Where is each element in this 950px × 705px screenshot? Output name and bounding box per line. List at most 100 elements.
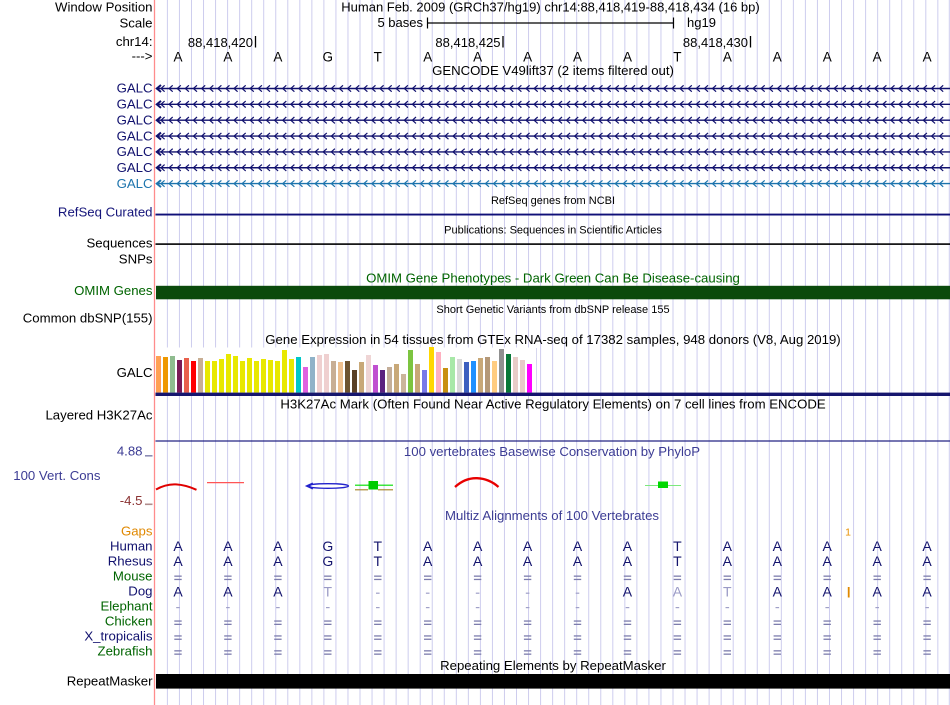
svg-text:A: A <box>773 538 783 554</box>
svg-text:GALC: GALC <box>117 144 153 159</box>
svg-text:A: A <box>423 553 433 569</box>
svg-text:RepeatMasker: RepeatMasker <box>67 674 153 689</box>
svg-text:A: A <box>773 584 783 600</box>
svg-text:A: A <box>872 538 882 554</box>
svg-text:A: A <box>823 553 833 569</box>
svg-text:G: G <box>322 538 333 554</box>
svg-text:Scale: Scale <box>120 16 153 31</box>
svg-text:A: A <box>273 50 282 65</box>
svg-text:--->: ---> <box>132 49 153 64</box>
svg-text:Elephant: Elephant <box>100 599 152 614</box>
svg-text:A: A <box>223 584 233 600</box>
svg-text:A: A <box>923 50 932 65</box>
svg-text:Short Genetic Variants from db: Short Genetic Variants from dbSNP releas… <box>436 304 669 316</box>
svg-text:A: A <box>423 50 432 65</box>
svg-text:Repeating Elements by RepeatMa: Repeating Elements by RepeatMasker <box>440 658 666 673</box>
svg-text:A: A <box>723 553 733 569</box>
svg-text:A: A <box>173 553 183 569</box>
svg-text:Human Feb. 2009 (GRCh37/hg19): Human Feb. 2009 (GRCh37/hg19) chr14:88,4… <box>341 0 759 14</box>
svg-text:A: A <box>922 538 932 554</box>
svg-text:Layered H3K27Ac: Layered H3K27Ac <box>45 408 152 423</box>
svg-text:88,418,425: 88,418,425 <box>435 35 500 50</box>
svg-text:A: A <box>623 538 633 554</box>
svg-text:RefSeq genes from NCBI: RefSeq genes from NCBI <box>491 195 615 207</box>
svg-text:OMIM Genes: OMIM Genes <box>74 283 153 298</box>
svg-text:A: A <box>273 553 283 569</box>
svg-text:A: A <box>223 538 233 554</box>
svg-text:GENCODE V49lift37 (2 items fil: GENCODE V49lift37 (2 items filtered out) <box>432 63 674 78</box>
svg-text:GALC: GALC <box>117 81 153 96</box>
svg-text:RefSeq Curated: RefSeq Curated <box>58 205 153 220</box>
svg-text:A: A <box>723 50 732 65</box>
svg-text:5 bases: 5 bases <box>377 15 423 30</box>
svg-text:SNPs: SNPs <box>119 251 153 266</box>
svg-text:Dog: Dog <box>128 584 152 599</box>
svg-text:100 Vert. Cons: 100 Vert. Cons <box>13 468 101 483</box>
svg-text:GALC: GALC <box>117 176 153 191</box>
svg-text:A: A <box>173 538 183 554</box>
svg-text:T: T <box>673 50 681 65</box>
svg-text:A: A <box>523 553 533 569</box>
svg-text:A: A <box>473 538 483 554</box>
svg-text:A: A <box>723 538 733 554</box>
svg-text:A: A <box>273 584 283 600</box>
svg-text:A: A <box>523 538 533 554</box>
svg-text:A: A <box>273 538 283 554</box>
svg-text:A: A <box>922 553 932 569</box>
svg-text:T: T <box>673 553 682 569</box>
svg-text:GALC: GALC <box>117 365 153 380</box>
svg-text:T: T <box>374 50 382 65</box>
svg-text:-4.5: -4.5 <box>120 493 143 508</box>
svg-text:1: 1 <box>845 527 851 539</box>
svg-text:100 vertebrates Basewise Conse: 100 vertebrates Basewise Conservation by… <box>404 444 700 459</box>
svg-text:T: T <box>723 584 732 600</box>
svg-text:Publications: Sequences in Sci: Publications: Sequences in Scientific Ar… <box>444 225 662 237</box>
svg-text:Common dbSNP(155): Common dbSNP(155) <box>23 310 153 325</box>
svg-text:A: A <box>173 584 183 600</box>
svg-text:A: A <box>573 538 583 554</box>
svg-text:Chicken: Chicken <box>105 613 153 628</box>
svg-text:Sequences: Sequences <box>87 236 153 251</box>
svg-text:A: A <box>623 553 633 569</box>
svg-text:Gaps: Gaps <box>121 524 153 539</box>
svg-text:A: A <box>922 584 932 600</box>
svg-text:Human: Human <box>110 539 153 554</box>
svg-text:GALC: GALC <box>117 112 153 127</box>
svg-text:A: A <box>223 553 233 569</box>
svg-text:A: A <box>773 553 783 569</box>
svg-text:Zebrafish: Zebrafish <box>98 643 153 658</box>
svg-text:A: A <box>623 584 633 600</box>
svg-text:A: A <box>873 50 882 65</box>
svg-text:GALC: GALC <box>117 160 153 175</box>
svg-text:A: A <box>473 553 483 569</box>
svg-text:T: T <box>373 553 382 569</box>
svg-text:A: A <box>872 584 882 600</box>
svg-text:A: A <box>823 50 832 65</box>
svg-text:T: T <box>673 538 682 554</box>
svg-text:H3K27Ac Mark (Often Found Near: H3K27Ac Mark (Often Found Near Active Re… <box>280 396 826 411</box>
svg-text:chr14:: chr14: <box>116 34 153 49</box>
svg-text:OMIM Gene Phenotypes - Dark Gr: OMIM Gene Phenotypes - Dark Green Can Be… <box>366 270 740 285</box>
svg-text:X_tropicalis: X_tropicalis <box>84 628 153 643</box>
svg-text:Mouse: Mouse <box>113 569 153 584</box>
svg-text:A: A <box>773 50 782 65</box>
svg-text:G: G <box>323 50 334 65</box>
svg-text:88,418,430: 88,418,430 <box>683 35 748 50</box>
svg-text:A: A <box>872 553 882 569</box>
svg-text:A: A <box>823 538 833 554</box>
svg-text:A: A <box>423 538 433 554</box>
svg-text:Gene Expression in 54 tissues: Gene Expression in 54 tissues from GTEx … <box>265 332 840 347</box>
svg-text:G: G <box>322 553 333 569</box>
svg-text:A: A <box>173 50 182 65</box>
svg-text:A: A <box>823 584 833 600</box>
svg-text:T: T <box>373 538 382 554</box>
svg-text:Rhesus: Rhesus <box>108 554 153 569</box>
svg-text:Window Position: Window Position <box>55 0 152 15</box>
svg-text:GALC: GALC <box>117 128 153 143</box>
svg-text:T: T <box>324 584 333 600</box>
svg-text:A: A <box>673 584 683 600</box>
svg-text:hg19: hg19 <box>687 15 716 30</box>
svg-text:A: A <box>223 50 232 65</box>
svg-text:Multiz Alignments of 100 Verte: Multiz Alignments of 100 Vertebrates <box>445 508 659 523</box>
svg-text:GALC: GALC <box>117 97 153 112</box>
